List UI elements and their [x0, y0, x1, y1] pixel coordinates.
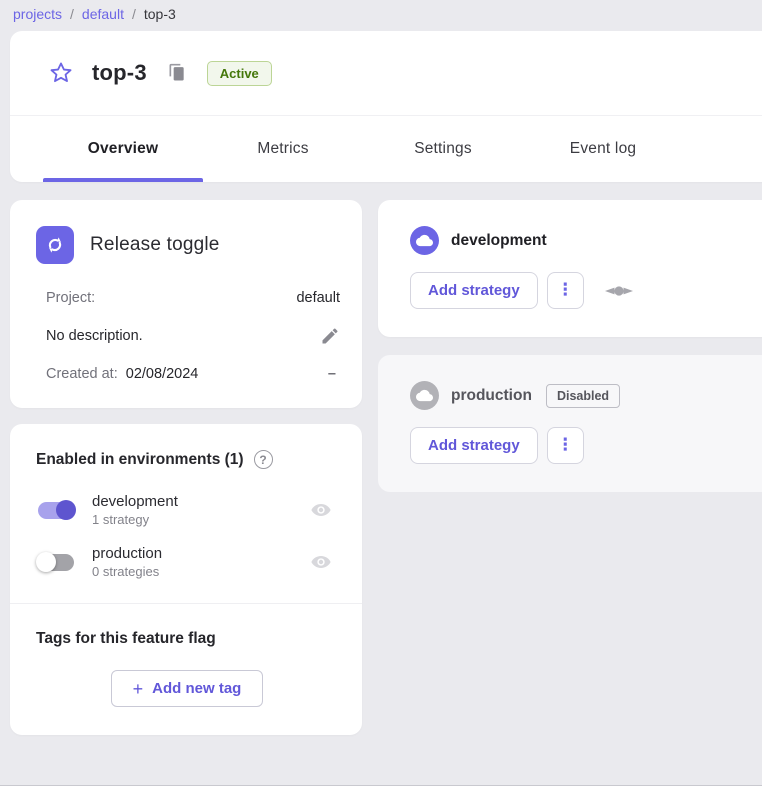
- environment-panel-name: production: [451, 387, 532, 405]
- feature-title: top-3: [92, 60, 147, 86]
- tab-label: Metrics: [257, 140, 308, 158]
- plus-icon: +: [133, 680, 144, 698]
- env-strategy-count: 0 strategies: [92, 564, 310, 579]
- sync-arrows-icon: [43, 233, 67, 257]
- breadcrumb-current: top-3: [144, 6, 176, 22]
- created-label: Created at:: [46, 366, 118, 382]
- env-toggle-row-development: development 1 strategy: [36, 493, 340, 527]
- collapse-dash: –: [328, 366, 340, 382]
- feature-details-card: Release toggle Project: default No descr…: [10, 200, 362, 408]
- toggle-knob: [36, 552, 56, 572]
- environments-card: Enabled in environments (1) ? developmen…: [10, 424, 362, 735]
- description-row: No description.: [46, 326, 340, 346]
- breadcrumb-link-default[interactable]: default: [82, 6, 124, 22]
- env-name: development: [92, 493, 310, 510]
- breadcrumb-separator: /: [70, 6, 74, 22]
- add-new-tag-label: Add new tag: [152, 680, 241, 697]
- visibility-eye-icon[interactable]: [310, 499, 332, 521]
- feature-type-label: Release toggle: [90, 234, 220, 256]
- tab-label: Event log: [570, 140, 636, 158]
- tab-event-log[interactable]: Event log: [523, 116, 683, 182]
- tab-settings[interactable]: Settings: [363, 116, 523, 182]
- tab-metrics[interactable]: Metrics: [203, 116, 363, 182]
- tab-overview[interactable]: Overview: [43, 116, 203, 182]
- toggle-knob: [56, 500, 76, 520]
- tab-label: Overview: [88, 140, 159, 158]
- add-new-tag-button[interactable]: + Add new tag: [111, 670, 263, 707]
- tab-label: Settings: [414, 140, 472, 158]
- description-text: No description.: [46, 328, 143, 344]
- env-strategy-count: 1 strategy: [92, 512, 310, 527]
- cloud-icon: [416, 232, 433, 249]
- enabled-environments-title: Enabled in environments (1): [36, 451, 244, 469]
- add-strategy-button[interactable]: Add strategy: [410, 427, 538, 464]
- created-row: Created at: 02/08/2024 –: [46, 366, 340, 382]
- active-tab-indicator: [43, 178, 203, 182]
- feature-title-row: top-3 Active: [10, 31, 762, 115]
- visibility-eye-icon[interactable]: [310, 551, 332, 573]
- breadcrumb-separator: /: [132, 6, 136, 22]
- add-strategy-button[interactable]: Add strategy: [410, 272, 538, 309]
- environment-cloud-icon: [410, 381, 439, 410]
- project-value: default: [296, 290, 340, 306]
- feature-type-header: Release toggle: [36, 226, 340, 264]
- copy-icon[interactable]: [167, 63, 187, 83]
- breadcrumb-link-projects[interactable]: projects: [13, 6, 62, 22]
- release-toggle-icon: [36, 226, 74, 264]
- environment-panel-production: production Disabled Add strategy ⋮: [378, 355, 762, 492]
- tags-title: Tags for this feature flag: [36, 630, 338, 648]
- breadcrumb: projects / default / top-3: [0, 0, 762, 22]
- env-toggle-row-production: production 0 strategies: [36, 545, 340, 579]
- project-label: Project:: [46, 290, 95, 306]
- edit-pencil-icon[interactable]: [320, 326, 340, 346]
- more-options-kebab-button[interactable]: ⋮: [547, 272, 584, 309]
- environment-panel-name: development: [451, 232, 547, 250]
- more-options-kebab-button[interactable]: ⋮: [547, 427, 584, 464]
- status-badge: Active: [207, 61, 272, 86]
- help-icon[interactable]: ?: [254, 450, 273, 469]
- lifecycle-stage-icon: [604, 283, 634, 299]
- disabled-badge: Disabled: [546, 384, 620, 408]
- favorite-star-icon[interactable]: [48, 60, 74, 86]
- development-toggle[interactable]: [36, 499, 76, 521]
- environment-cloud-icon: [410, 226, 439, 255]
- feature-header-card: top-3 Active Overview Metrics Settings E…: [10, 31, 762, 182]
- cloud-icon: [416, 387, 433, 404]
- environment-panel-development: development Add strategy ⋮: [378, 200, 762, 337]
- env-name: production: [92, 545, 310, 562]
- created-value: 02/08/2024: [126, 366, 199, 382]
- production-toggle[interactable]: [36, 551, 76, 573]
- tags-section: Tags for this feature flag + Add new tag: [10, 604, 362, 735]
- tabs: Overview Metrics Settings Event log: [10, 116, 762, 182]
- enabled-environments-section: Enabled in environments (1) ? developmen…: [10, 424, 362, 603]
- project-row: Project: default: [46, 290, 340, 306]
